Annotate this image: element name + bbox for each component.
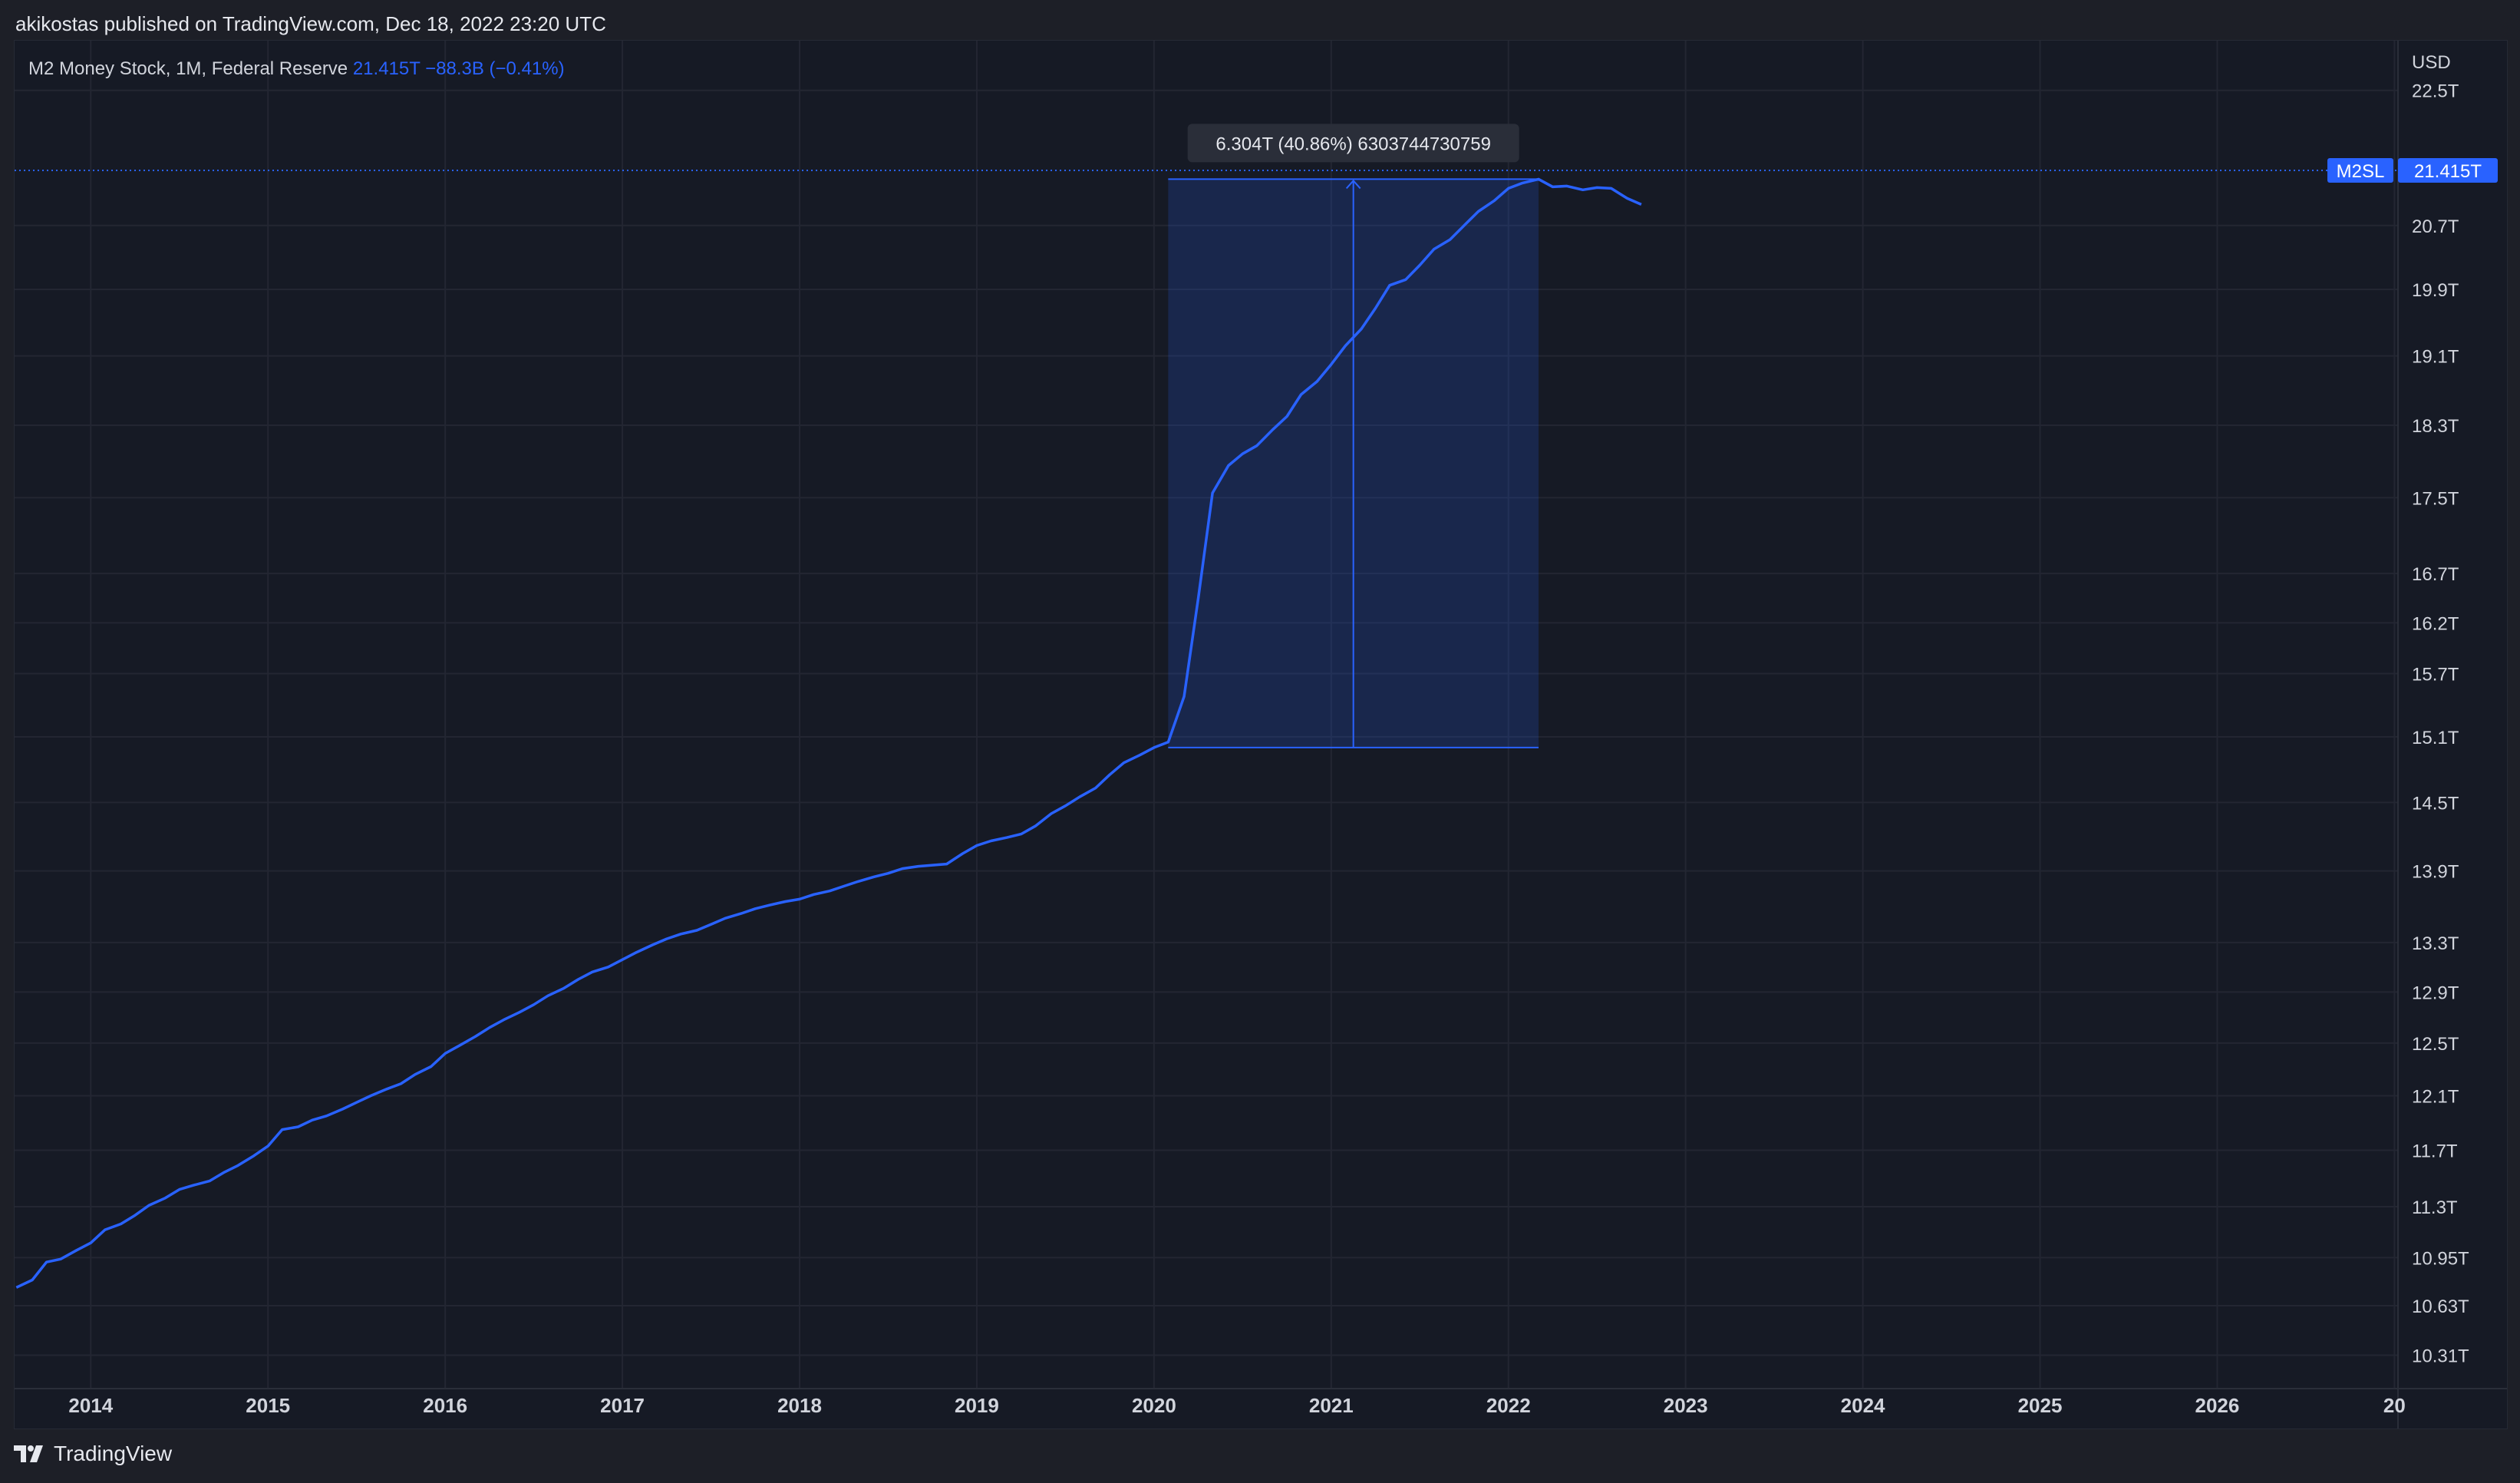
legend-last-value: 21.415T xyxy=(353,58,425,79)
y-tick-label: 10.63T xyxy=(2412,1296,2469,1317)
tradingview-logo-icon xyxy=(14,1445,43,1462)
tradingview-logo[interactable]: TradingView xyxy=(14,1442,172,1466)
x-tick-label: 2022 xyxy=(1486,1394,1531,1417)
x-tick-label: 2015 xyxy=(246,1394,290,1417)
footer-bar xyxy=(0,1429,2520,1483)
legend-title: M2 Money Stock, 1M, Federal Reserve xyxy=(28,58,353,79)
y-tick-label: 11.7T xyxy=(2412,1141,2458,1161)
legend-change: −88.3B (−0.41%) xyxy=(425,58,564,79)
y-tick-label: 10.95T xyxy=(2412,1248,2469,1269)
y-tick-label: 18.3T xyxy=(2412,416,2459,437)
y-tick-label: 20.7T xyxy=(2412,216,2459,237)
x-tick-label: 2023 xyxy=(1664,1394,1708,1417)
x-tick-label: 20 xyxy=(2383,1394,2406,1417)
y-tick-label: 12.5T xyxy=(2412,1034,2459,1055)
x-tick-label: 2025 xyxy=(2018,1394,2063,1417)
symbol-badge-text: M2SL xyxy=(2337,161,2385,182)
y-tick-label: 13.9T xyxy=(2412,862,2459,883)
x-tick-label: 2014 xyxy=(68,1394,113,1417)
y-tick-label: 10.31T xyxy=(2412,1346,2469,1367)
y-tick-label: 11.3T xyxy=(2412,1197,2458,1218)
x-tick-label: 2026 xyxy=(2195,1394,2240,1417)
y-tick-label: 19.1T xyxy=(2412,347,2459,368)
x-tick-label: 2018 xyxy=(777,1394,822,1417)
tradingview-brand-text: TradingView xyxy=(54,1442,173,1465)
y-tick-label: 12.9T xyxy=(2412,983,2459,1003)
y-tick-label: 13.3T xyxy=(2412,933,2459,954)
currency-label: USD xyxy=(2412,52,2451,73)
y-tick-label: 22.5T xyxy=(2412,81,2459,102)
x-tick-label: 2019 xyxy=(955,1394,999,1417)
x-tick-label: 2017 xyxy=(600,1394,645,1417)
measure-label: 6.304T (40.86%) 6303744730759 xyxy=(1215,134,1491,154)
x-tick-label: 2016 xyxy=(423,1394,467,1417)
y-tick-label: 16.2T xyxy=(2412,613,2459,634)
y-tick-label: 16.7T xyxy=(2412,564,2459,585)
chart-panel[interactable]: 6.304T (40.86%) 6303744730759 22.5T 20.7T 1… xyxy=(14,40,2508,1429)
y-tick-label: 15.1T xyxy=(2412,728,2459,748)
last-value-badge-text: 21.415T xyxy=(2414,161,2482,182)
price-chart[interactable]: 6.304T (40.86%) 6303744730759 22.5T 20.7T 1… xyxy=(15,41,2507,1429)
published-text: akikostas published on TradingView.com, … xyxy=(15,12,606,35)
y-tick-label: 15.7T xyxy=(2412,665,2459,685)
y-tick-label: 14.5T xyxy=(2412,793,2459,814)
x-tick-label: 2020 xyxy=(1132,1394,1176,1417)
x-tick-label: 2021 xyxy=(1309,1394,1354,1417)
y-tick-label: 19.9T xyxy=(2412,280,2459,301)
publish-bar: akikostas published on TradingView.com, … xyxy=(0,0,2520,40)
y-tick-label: 12.1T xyxy=(2412,1087,2459,1108)
x-tick-label: 2024 xyxy=(1841,1394,1885,1417)
series-legend[interactable]: M2 Money Stock, 1M, Federal Reserve 21.4… xyxy=(28,58,565,79)
y-tick-label: 17.5T xyxy=(2412,488,2459,509)
